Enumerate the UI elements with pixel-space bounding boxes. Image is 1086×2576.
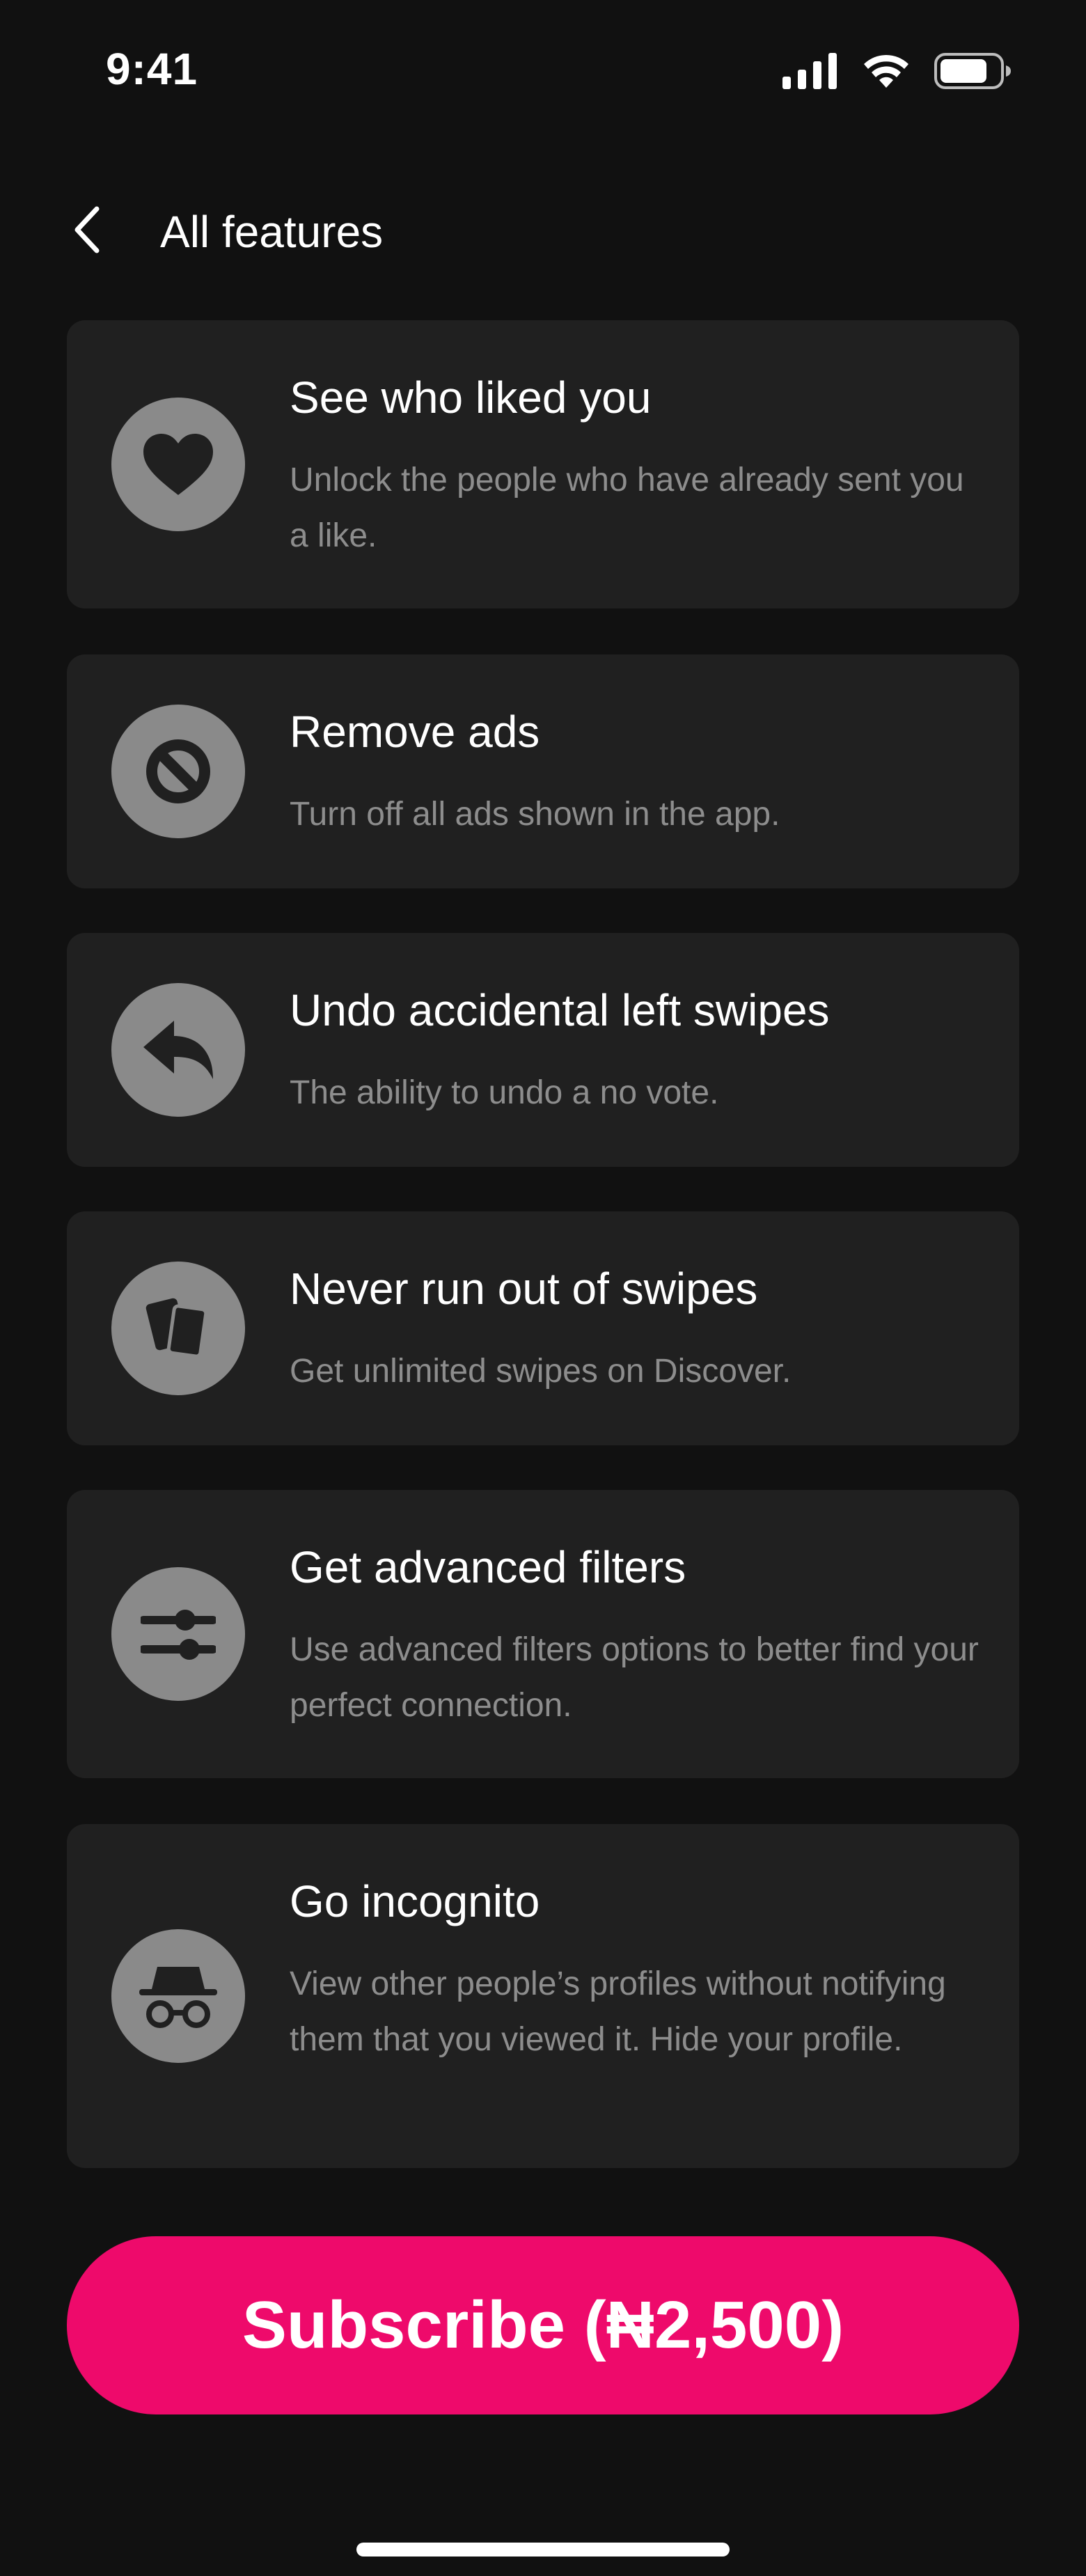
feature-title: Remove ads [290, 707, 540, 757]
page-title: All features [160, 207, 384, 257]
feature-card-remove-ads[interactable]: Remove ads Turn off all ads shown in the… [67, 654, 1019, 888]
header: All features [0, 188, 1086, 272]
feature-title: Never run out of swipes [290, 1264, 758, 1314]
signal-icon [782, 53, 837, 89]
home-indicator [356, 2543, 730, 2557]
feature-description: Use advanced filters options to better f… [290, 1631, 979, 1724]
wifi-icon [864, 55, 908, 88]
feature-card-incognito[interactable]: Go incognito View other people’s profile… [67, 1824, 1019, 2168]
incognito-icon [139, 1967, 217, 2028]
feature-description: The ability to undo a no vote. [290, 1074, 719, 1111]
feature-title: Go incognito [290, 1876, 540, 1926]
status-bar: 9:41 [0, 0, 1086, 139]
subscribe-button[interactable]: Subscribe (₦2,500) [67, 2236, 1019, 2414]
feature-title: Get advanced filters [290, 1542, 686, 1592]
status-icons [782, 50, 1012, 92]
feature-card-unlimited-swipes[interactable]: Never run out of swipes Get unlimited sw… [67, 1211, 1019, 1445]
feature-description: View other people’s profiles without not… [290, 1965, 946, 2058]
feature-card-undo[interactable]: Undo accidental left swipes The ability … [67, 933, 1019, 1167]
undo-icon [143, 1021, 213, 1079]
feature-description: Get unlimited swipes on Discover. [290, 1353, 792, 1390]
heart-icon [143, 434, 213, 495]
feature-icon-circle [111, 1929, 245, 2063]
feature-description: Turn off all ads shown in the app. [290, 796, 780, 833]
feature-icon-circle [111, 398, 245, 531]
feature-icon-circle [111, 1262, 245, 1395]
block-icon [146, 739, 210, 803]
feature-card-see-who-liked-you[interactable]: See who liked you Unlock the people who … [67, 320, 1019, 608]
feature-card-advanced-filters[interactable]: Get advanced filters Use advanced filter… [67, 1490, 1019, 1778]
feature-icon-circle [111, 983, 245, 1117]
feature-icon-circle [111, 1567, 245, 1701]
feature-icon-circle [111, 705, 245, 838]
feature-title: Undo accidental left swipes [290, 985, 830, 1035]
sliders-icon [141, 1610, 216, 1660]
battery-icon [934, 53, 1011, 89]
back-button[interactable] [56, 195, 118, 265]
cards-icon [145, 1298, 208, 1358]
feature-description: Unlock the people who have already sent … [290, 462, 964, 554]
status-time: 9:41 [106, 44, 198, 94]
feature-title: See who liked you [290, 372, 652, 423]
chevron-left-icon [74, 206, 100, 253]
